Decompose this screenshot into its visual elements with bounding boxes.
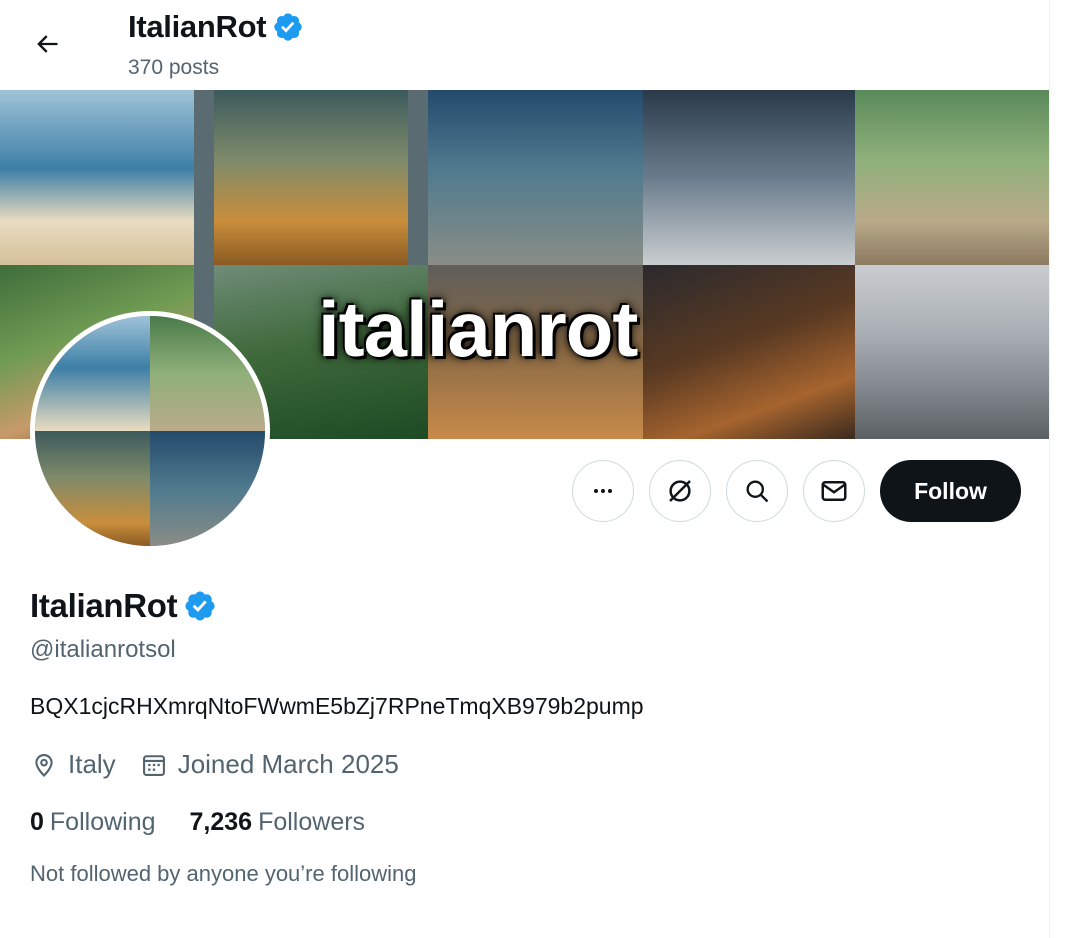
header-title: ItalianRot xyxy=(128,9,304,45)
banner-tile-bat-figure xyxy=(643,265,855,439)
search-icon xyxy=(746,480,769,503)
header-name: ItalianRot xyxy=(128,9,267,44)
back-arrow-icon xyxy=(37,35,58,53)
more-button[interactable] xyxy=(572,460,634,522)
joined-item: Joined March 2025 xyxy=(140,749,399,780)
top-header: ItalianRot 370 posts xyxy=(0,0,1049,90)
follow-button[interactable]: Follow xyxy=(880,460,1021,522)
avatar-tile-tree-creature xyxy=(150,316,265,431)
more-icon xyxy=(594,489,612,493)
profile-bio: BQX1cjcRHXmrqNtoFWwmE5bZj7RPneTmqXB979b2… xyxy=(30,693,644,719)
banner-tile-pigeon xyxy=(855,265,1049,439)
profile-meta: Italy Joined March 2025 xyxy=(30,749,423,780)
avatar-tile-elephant xyxy=(35,431,150,546)
back-button[interactable] xyxy=(27,26,67,62)
profile-name-row: ItalianRot xyxy=(30,587,217,625)
subscribe-button[interactable] xyxy=(649,460,711,522)
joined-text: Joined March 2025 xyxy=(177,749,399,779)
profile-handle: @italianrotsol xyxy=(30,636,176,663)
followers-count: 7,236 xyxy=(189,808,253,836)
following-label: Following xyxy=(49,808,156,836)
banner-tile-shark xyxy=(0,90,194,265)
following-count: 0 xyxy=(30,808,44,836)
avatar-tile-shark xyxy=(35,316,150,431)
banner-tile-elephant xyxy=(214,90,408,265)
location-text: Italy xyxy=(68,749,116,779)
not-followed-note: Not followed by anyone you’re following xyxy=(30,861,417,886)
followers-link[interactable]: 7,236 Followers xyxy=(190,808,366,837)
verified-badge-icon[interactable] xyxy=(183,589,217,623)
avatar-tile-crocodile-plane xyxy=(150,431,265,546)
banner-tile-crocodile-plane xyxy=(428,90,643,265)
profile-column: ItalianRot 370 posts italianrot Follow I… xyxy=(0,0,1050,938)
location-item: Italy xyxy=(30,749,116,780)
banner-title-text: italianrot xyxy=(318,285,638,373)
message-button[interactable] xyxy=(803,460,865,522)
banner-tile-goose xyxy=(643,90,855,265)
calendar-icon xyxy=(142,754,165,776)
profile-name: ItalianRot xyxy=(30,587,178,624)
avatar[interactable] xyxy=(30,311,270,551)
follow-stats: 0 Following 7,236 Followers xyxy=(30,808,365,837)
subscribe-icon xyxy=(669,480,691,502)
following-link[interactable]: 0 Following xyxy=(30,808,156,837)
followers-label: Followers xyxy=(258,808,366,836)
search-button[interactable] xyxy=(726,460,788,522)
banner-tile-tree-creature xyxy=(855,90,1049,265)
verified-badge-icon xyxy=(274,13,302,41)
message-icon xyxy=(821,481,847,501)
location-icon xyxy=(35,753,53,777)
post-count: 370 posts xyxy=(128,56,220,79)
